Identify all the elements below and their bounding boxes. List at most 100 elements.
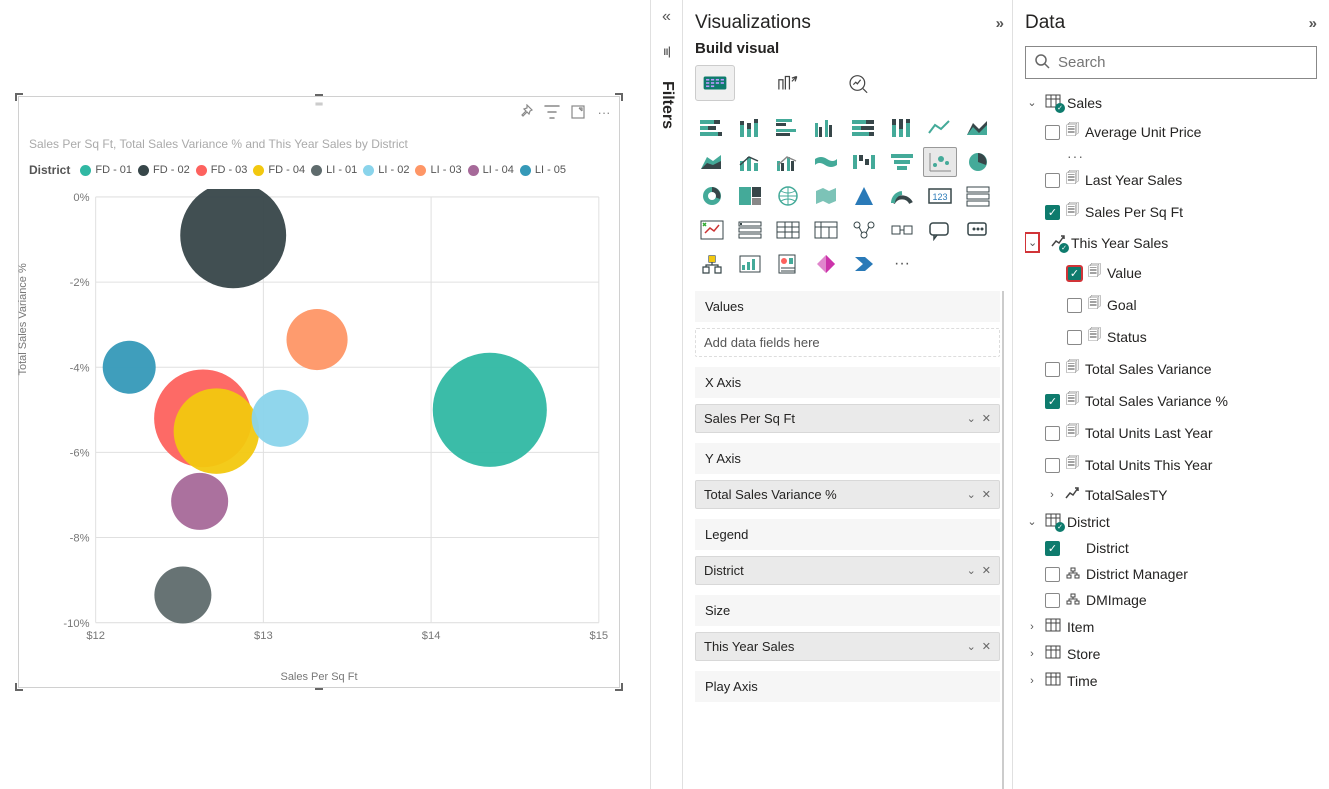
field-total-sales-variance[interactable]: 🗐 Total Sales Variance	[1025, 353, 1317, 385]
field-dm-image[interactable]: DMImage	[1025, 587, 1317, 613]
legend-item[interactable]: LI - 02	[363, 164, 409, 176]
field-checkbox[interactable]: ✓	[1045, 205, 1060, 220]
viz-treemap[interactable]	[733, 181, 767, 211]
viz-funnel[interactable]	[885, 147, 919, 177]
bubble-FD - 04[interactable]	[174, 388, 260, 474]
viz-stacked-area[interactable]	[695, 147, 729, 177]
viz-table[interactable]	[771, 215, 805, 245]
viz-ribbon[interactable]	[809, 147, 843, 177]
viz-r-script[interactable]	[847, 215, 881, 245]
values-well-drop[interactable]: Add data fields here	[695, 328, 1000, 357]
collapse-icon[interactable]: ⌄	[1025, 515, 1039, 528]
bubble-FD - 02[interactable]	[180, 189, 286, 288]
viz-power-automate[interactable]	[847, 249, 881, 279]
viz-100-stacked-bar[interactable]	[847, 113, 881, 143]
bubble-LI - 01[interactable]	[154, 566, 211, 623]
resize-handle-top[interactable]	[315, 94, 323, 96]
viz-line-clustered-column[interactable]	[771, 147, 805, 177]
more-options-icon[interactable]: ···	[595, 103, 613, 121]
drag-handle[interactable]: ═	[310, 99, 328, 107]
chevron-down-icon[interactable]: ⌄	[967, 488, 976, 501]
field-checkbox[interactable]: ✓	[1045, 394, 1060, 409]
size-well-field[interactable]: This Year Sales ⌄✕	[695, 632, 1000, 661]
viz-pie[interactable]	[961, 147, 995, 177]
field-tys-goal[interactable]: 🗐 Goal	[1025, 289, 1317, 321]
more-indicator[interactable]: ···	[1025, 148, 1317, 164]
table-time[interactable]: › Time	[1025, 667, 1317, 694]
bubble-LI - 04[interactable]	[171, 473, 228, 530]
expand-icon[interactable]: ›	[1025, 648, 1039, 660]
field-checkbox[interactable]: ✓	[1067, 266, 1082, 281]
field-checkbox[interactable]	[1045, 567, 1060, 582]
field-checkbox[interactable]	[1045, 426, 1060, 441]
viz-stacked-column[interactable]	[733, 113, 767, 143]
filter-icon[interactable]	[543, 103, 561, 121]
bubble-LI - 05[interactable]	[103, 341, 156, 394]
chevron-down-icon[interactable]: ⌄	[967, 412, 976, 425]
pin-icon[interactable]	[517, 103, 535, 121]
remove-field-icon[interactable]: ✕	[982, 412, 991, 425]
field-checkbox[interactable]: ✓	[1045, 541, 1060, 556]
collapse-icon[interactable]: ⌄	[1025, 233, 1039, 252]
format-visual-tab[interactable]	[767, 65, 807, 101]
bubble-LI - 02[interactable]	[252, 390, 309, 447]
field-tys-value[interactable]: ✓ 🗐 Value	[1025, 257, 1317, 289]
field-last-year-sales[interactable]: 🗐 Last Year Sales	[1025, 164, 1317, 196]
search-input[interactable]	[1058, 54, 1308, 71]
bubble-FD - 01[interactable]	[433, 353, 547, 467]
viz-donut[interactable]	[695, 181, 729, 211]
field-total-units-this-year[interactable]: 🗐 Total Units This Year	[1025, 449, 1317, 481]
remove-field-icon[interactable]: ✕	[982, 564, 991, 577]
viz-map[interactable]	[771, 181, 805, 211]
field-total-sales-variance-pct[interactable]: ✓ 🗐 Total Sales Variance %	[1025, 385, 1317, 417]
field-total-units-last-year[interactable]: 🗐 Total Units Last Year	[1025, 417, 1317, 449]
table-district[interactable]: ⌄ District	[1025, 508, 1317, 535]
field-sales-per-sqft[interactable]: ✓ 🗐 Sales Per Sq Ft	[1025, 196, 1317, 228]
xaxis-well-field[interactable]: Sales Per Sq Ft ⌄✕	[695, 404, 1000, 433]
viz-azure-map[interactable]	[847, 181, 881, 211]
expand-icon[interactable]: ›	[1045, 489, 1059, 501]
viz-multi-row-card[interactable]	[961, 181, 995, 211]
field-this-year-sales[interactable]: ⌄ This Year Sales	[1025, 228, 1317, 257]
field-checkbox[interactable]	[1045, 458, 1060, 473]
viz-decomposition-tree[interactable]	[695, 249, 729, 279]
viz-100-stacked-column[interactable]	[885, 113, 919, 143]
viz-clustered-bar[interactable]	[771, 113, 805, 143]
legend-item[interactable]: FD - 02	[138, 164, 190, 176]
analytics-tab[interactable]	[839, 65, 879, 101]
field-checkbox[interactable]	[1045, 593, 1060, 608]
viz-line-stacked-column[interactable]	[733, 147, 767, 177]
legend-item[interactable]: LI - 04	[468, 164, 514, 176]
viz-py-visual[interactable]	[885, 215, 919, 245]
viz-filled-map[interactable]	[809, 181, 843, 211]
viz-card[interactable]: 123	[923, 181, 957, 211]
filters-pane-label[interactable]: Filters	[658, 81, 676, 129]
viz-qa[interactable]	[923, 215, 957, 245]
field-checkbox[interactable]	[1045, 125, 1060, 140]
resize-handle-tr[interactable]	[615, 93, 623, 101]
expand-icon[interactable]: ›	[1025, 621, 1039, 633]
viz-smart-narrative[interactable]	[733, 249, 767, 279]
resize-handle-bl[interactable]	[15, 683, 23, 691]
field-tys-status[interactable]: 🗐 Status	[1025, 321, 1317, 353]
remove-field-icon[interactable]: ✕	[982, 488, 991, 501]
collapse-data-icon[interactable]: »	[1309, 15, 1317, 32]
expand-filters-icon[interactable]: «	[662, 8, 671, 26]
viz-gauge[interactable]	[885, 181, 919, 211]
viz-key-influencers[interactable]	[961, 215, 995, 245]
viz-matrix[interactable]	[809, 215, 843, 245]
viz-power-apps[interactable]	[809, 249, 843, 279]
field-checkbox[interactable]	[1045, 173, 1060, 188]
legend-item[interactable]: FD - 01	[80, 164, 132, 176]
legend-well-field[interactable]: District ⌄✕	[695, 556, 1000, 585]
collapse-icon[interactable]: ⌄	[1025, 96, 1039, 109]
viz-slicer[interactable]	[733, 215, 767, 245]
field-checkbox[interactable]	[1045, 362, 1060, 377]
resize-handle-br[interactable]	[615, 683, 623, 691]
build-visual-tab[interactable]	[695, 65, 735, 101]
search-box[interactable]	[1025, 46, 1317, 79]
collapse-visualizations-icon[interactable]: »	[996, 15, 1004, 32]
viz-clustered-column[interactable]	[809, 113, 843, 143]
legend-item[interactable]: FD - 04	[253, 164, 305, 176]
table-item[interactable]: › Item	[1025, 613, 1317, 640]
